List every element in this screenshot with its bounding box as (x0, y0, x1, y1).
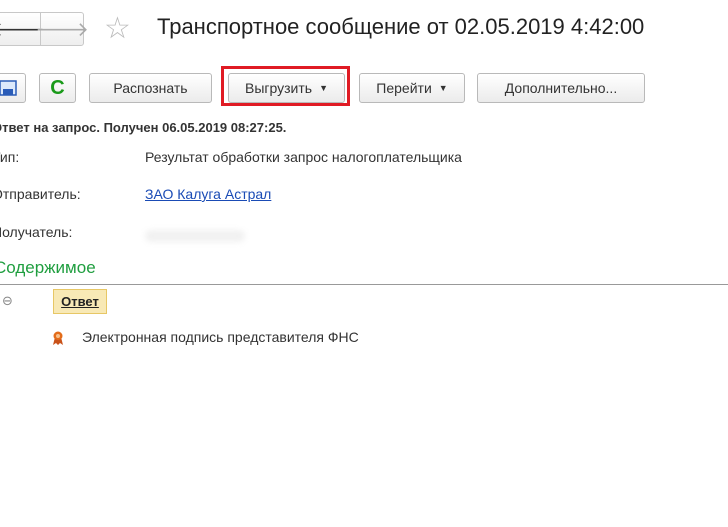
more-button[interactable]: Дополнительно... (477, 73, 645, 103)
more-button-label: Дополнительно... (504, 80, 618, 96)
refresh-button[interactable]: C (39, 73, 76, 103)
tree-item-signature[interactable]: Электронная подпись представителя ФНС (82, 329, 359, 345)
favorite-star-icon[interactable]: ☆ (104, 14, 131, 44)
sender-link-wrap: ЗАО Калуга Астрал (145, 186, 271, 202)
refresh-icon: C (50, 76, 65, 99)
recipient-value-redacted (145, 230, 245, 242)
content-section-title: Содержимое (0, 258, 96, 277)
section-divider (0, 284, 728, 285)
type-value: Результат обработки запрос налогоплатель… (145, 149, 462, 165)
certificate-icon (53, 331, 63, 345)
arrow-right-icon: 🡒 (35, 18, 89, 41)
save-button[interactable] (0, 73, 26, 103)
goto-button[interactable]: Перейти ▼ (359, 73, 465, 103)
goto-button-label: Перейти (376, 80, 432, 96)
sender-link[interactable]: ЗАО Калуга Астрал (145, 186, 271, 202)
export-button[interactable]: Выгрузить ▼ (228, 73, 345, 103)
tree-node-answer[interactable]: Ответ (53, 289, 107, 314)
window-title: Транспортное сообщение от 02.05.2019 4:4… (157, 14, 645, 39)
navigation-buttons: 🡐 🡒 (0, 12, 89, 46)
recipient-label: Получатель: (0, 224, 73, 240)
sender-label: Отправитель: (0, 186, 81, 202)
tree-node-answer-label: Ответ (61, 294, 99, 309)
forward-button[interactable]: 🡒 (35, 13, 89, 45)
type-label: Тип: (0, 149, 20, 165)
recognize-button[interactable]: Распознать (89, 73, 212, 103)
status-text: Ответ на запрос. Получен 06.05.2019 08:2… (0, 120, 287, 135)
collapse-icon[interactable]: ⊖ (2, 294, 15, 307)
chevron-down-icon: ▼ (438, 83, 448, 93)
export-button-label: Выгрузить (244, 80, 313, 96)
back-button[interactable]: 🡐 (0, 13, 45, 45)
recognize-button-label: Распознать (113, 80, 188, 96)
chevron-down-icon: ▼ (319, 83, 328, 93)
save-icon (0, 80, 17, 96)
